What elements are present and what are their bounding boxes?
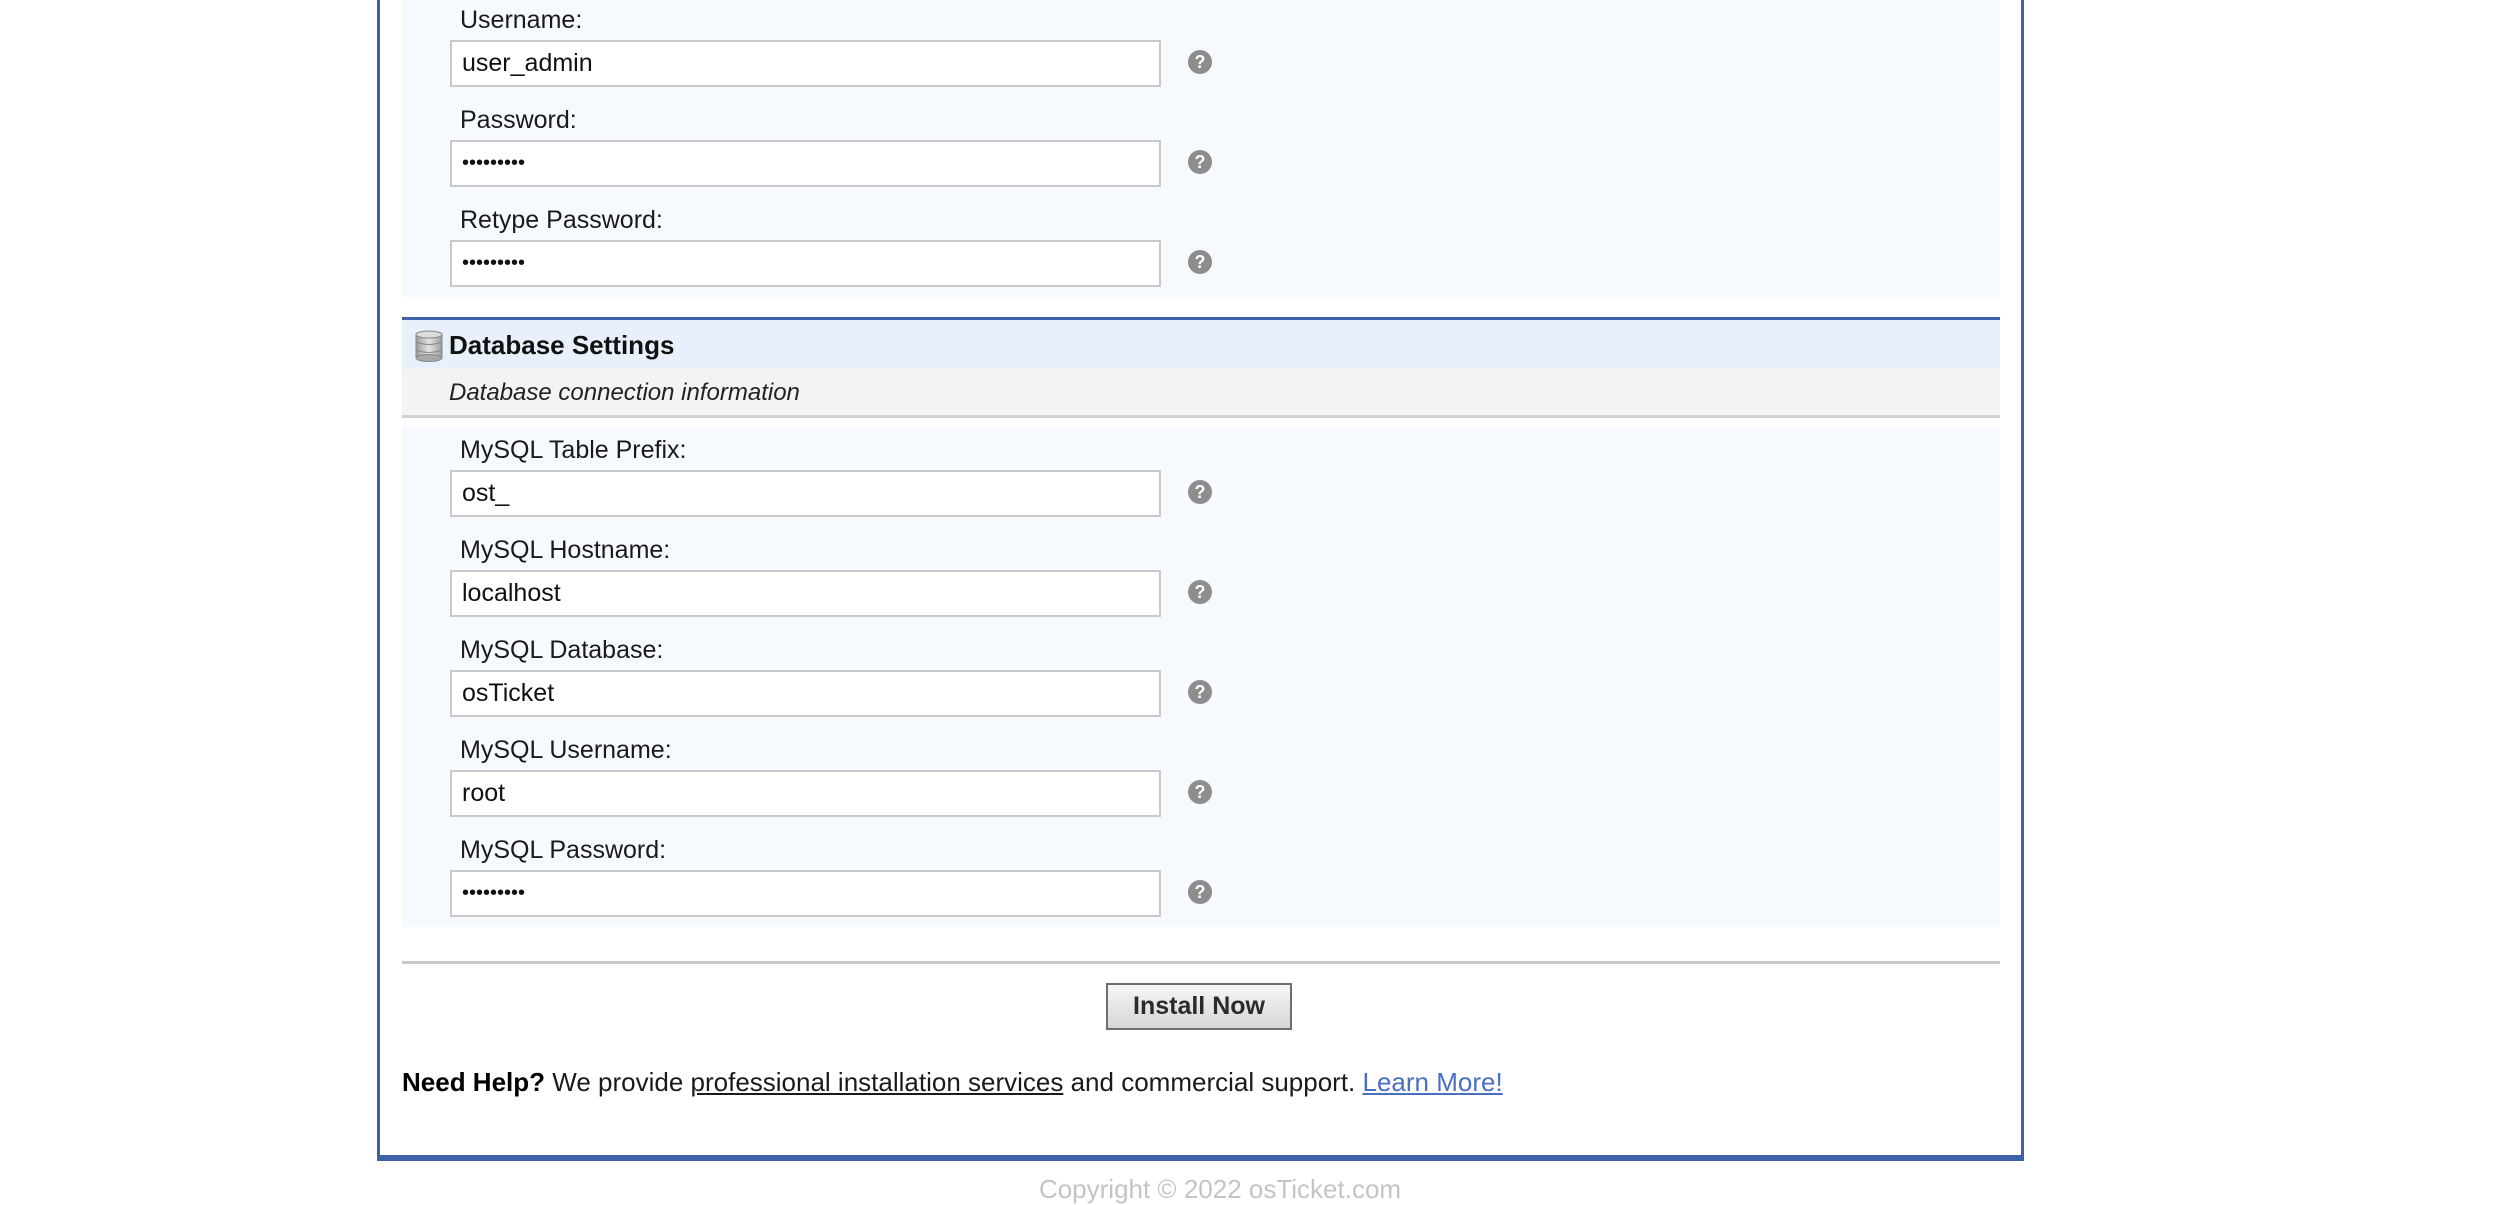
install-now-button[interactable]: Install Now [1106,983,1292,1030]
help-text-part: and commercial support. [1063,1067,1363,1097]
installer-panel: Username: ? Password: ? Retype Password:… [377,0,2024,1161]
username-label: Username: [460,6,583,34]
question-circle-icon[interactable]: ? [1188,250,1212,274]
field-retype-password: Retype Password: ? [402,205,2000,305]
retype-password-input[interactable] [450,240,1161,287]
mysql-password-input[interactable] [450,870,1161,917]
divider [402,961,2000,964]
hostname-label: MySQL Hostname: [460,536,671,564]
database-input[interactable] [450,670,1161,717]
section-subtitle: Database connection information [449,379,800,406]
learn-more-link[interactable]: Learn More! [1363,1067,1503,1097]
database-settings-header: Database Settings [402,317,2000,369]
section-subtitle-bar: Database connection information [402,369,2000,418]
mysql-username-label: MySQL Username: [460,736,672,764]
section-title: Database Settings [449,330,675,360]
question-circle-icon[interactable]: ? [1188,680,1212,704]
need-help-label: Need Help? [402,1067,546,1097]
question-circle-icon[interactable]: ? [1188,880,1212,904]
field-table-prefix: MySQL Table Prefix: ? [402,435,2000,535]
retype-password-label: Retype Password: [460,206,663,234]
database-icon [415,330,443,362]
professional-services-link[interactable]: professional installation services [691,1067,1064,1097]
field-password: Password: ? [402,105,2000,205]
question-circle-icon[interactable]: ? [1188,150,1212,174]
table-prefix-input[interactable] [450,470,1161,517]
help-text: Need Help? We provide professional insta… [402,1067,1503,1098]
field-mysql-password: MySQL Password: ? [402,835,2000,935]
admin-account-fields: Username: ? Password: ? Retype Password:… [402,0,2000,297]
question-circle-icon[interactable]: ? [1188,480,1212,504]
question-circle-icon[interactable]: ? [1188,50,1212,74]
copyright: Copyright © 2022 osTicket.com [1038,1174,1402,1204]
question-circle-icon[interactable]: ? [1188,580,1212,604]
field-username: Username: ? [402,5,2000,105]
password-label: Password: [460,106,577,134]
table-prefix-label: MySQL Table Prefix: [460,436,687,464]
hostname-input[interactable] [450,570,1161,617]
password-input[interactable] [450,140,1161,187]
mysql-username-input[interactable] [450,770,1161,817]
database-label: MySQL Database: [460,636,664,664]
field-mysql-username: MySQL Username: ? [402,735,2000,835]
username-input[interactable] [450,40,1161,87]
mysql-password-label: MySQL Password: [460,836,667,864]
question-circle-icon[interactable]: ? [1188,780,1212,804]
field-database: MySQL Database: ? [402,635,2000,735]
help-text-part: We provide [545,1067,691,1097]
database-fields: MySQL Table Prefix: ? MySQL Hostname: ? … [402,427,2000,927]
field-hostname: MySQL Hostname: ? [402,535,2000,635]
